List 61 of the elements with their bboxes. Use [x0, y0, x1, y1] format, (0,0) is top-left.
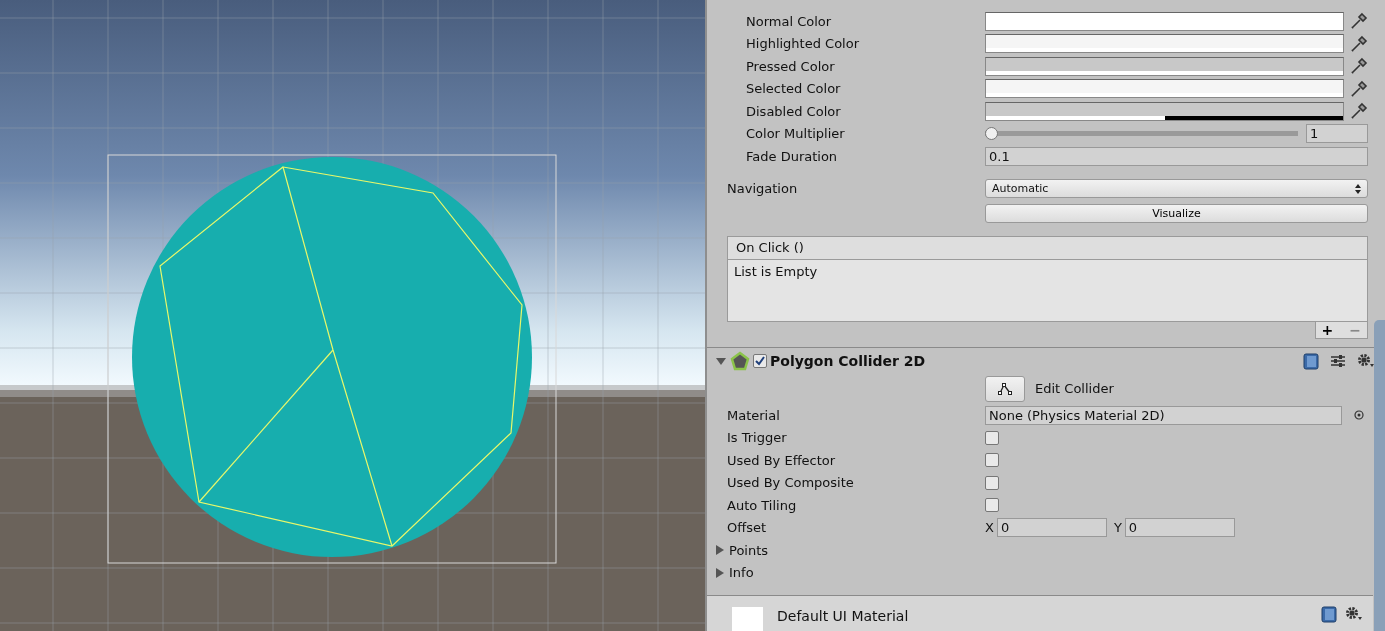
help-book-icon[interactable]	[1303, 352, 1319, 370]
number-field[interactable]: 0	[996, 518, 1107, 538]
presets-icon[interactable]	[1330, 353, 1346, 369]
field-label: Material	[726, 406, 781, 425]
number-field[interactable]: 1	[1306, 124, 1368, 144]
field-label: Navigation	[726, 180, 799, 198]
field-label: Highlighted Color	[745, 35, 860, 53]
visualize-button[interactable]: Visualize	[985, 203, 1368, 223]
foldout-arrow-icon[interactable]	[715, 567, 725, 578]
checkbox[interactable]	[985, 430, 999, 445]
field-label: Pressed Color	[745, 57, 836, 76]
event-list-header: On Click ()	[728, 237, 1367, 260]
color-field[interactable]	[985, 34, 1344, 54]
object-picker-icon[interactable]	[1354, 410, 1364, 421]
navigation-dropdown[interactable]: Automatic	[985, 179, 1368, 199]
field-label: Used By Composite	[726, 474, 855, 492]
checkbox[interactable]	[985, 475, 999, 490]
eyedropper-icon[interactable]	[1350, 57, 1368, 76]
field-label: Fade Duration	[745, 147, 839, 166]
foldout-arrow-icon[interactable]	[715, 355, 727, 367]
object-field[interactable]: None (Physics Material 2D)	[985, 405, 1342, 425]
color-field[interactable]	[985, 56, 1344, 76]
empty-list-text: List is Empty	[734, 264, 818, 279]
field-label: Color Multiplier	[745, 125, 846, 143]
field-label: Selected Color	[745, 80, 842, 98]
color-field[interactable]	[985, 101, 1344, 121]
axis-label: X	[985, 519, 994, 537]
field-label: Is Trigger	[726, 429, 788, 447]
number-field[interactable]: 0	[1124, 518, 1235, 538]
field-label: Auto Tiling	[726, 496, 798, 515]
axis-label: Y	[1113, 519, 1122, 537]
pentagon-icon	[730, 351, 750, 371]
eyedropper-icon[interactable]	[1350, 102, 1368, 121]
eyedropper-icon[interactable]	[1350, 12, 1368, 31]
color-field[interactable]	[985, 79, 1344, 99]
foldout-arrow-icon[interactable]	[715, 545, 725, 556]
foldout-label[interactable]: Points	[729, 540, 769, 560]
settings-icon[interactable]	[1357, 353, 1375, 369]
settings-icon[interactable]	[1345, 606, 1363, 622]
edit-collider-button[interactable]	[985, 376, 1025, 402]
foldout-label[interactable]: Info	[729, 563, 754, 583]
material-title: Default UI Material	[777, 607, 910, 626]
add-button[interactable]: +	[1321, 322, 1334, 338]
enabled-checkbox[interactable]	[753, 354, 767, 368]
field-label: Offset	[726, 519, 768, 537]
material-preview	[732, 607, 763, 631]
field-label: Normal Color	[745, 12, 833, 31]
scrollbar[interactable]	[1374, 320, 1385, 631]
eyedropper-icon[interactable]	[1350, 79, 1368, 98]
field-label: Edit Collider	[1035, 380, 1114, 399]
component-title: Polygon Collider 2D	[770, 351, 927, 371]
color-field[interactable]	[985, 11, 1344, 31]
checkbox[interactable]	[985, 453, 999, 468]
number-field[interactable]: 0.1	[985, 146, 1368, 166]
slider-thumb[interactable]	[985, 127, 998, 141]
checkbox[interactable]	[985, 498, 999, 513]
field-label: Used By Effector	[726, 451, 837, 470]
polygon-edit-icon	[997, 382, 1013, 396]
eyedropper-icon[interactable]	[1350, 34, 1368, 53]
field-label: Disabled Color	[745, 102, 842, 121]
help-book-icon[interactable]	[1321, 606, 1337, 623]
